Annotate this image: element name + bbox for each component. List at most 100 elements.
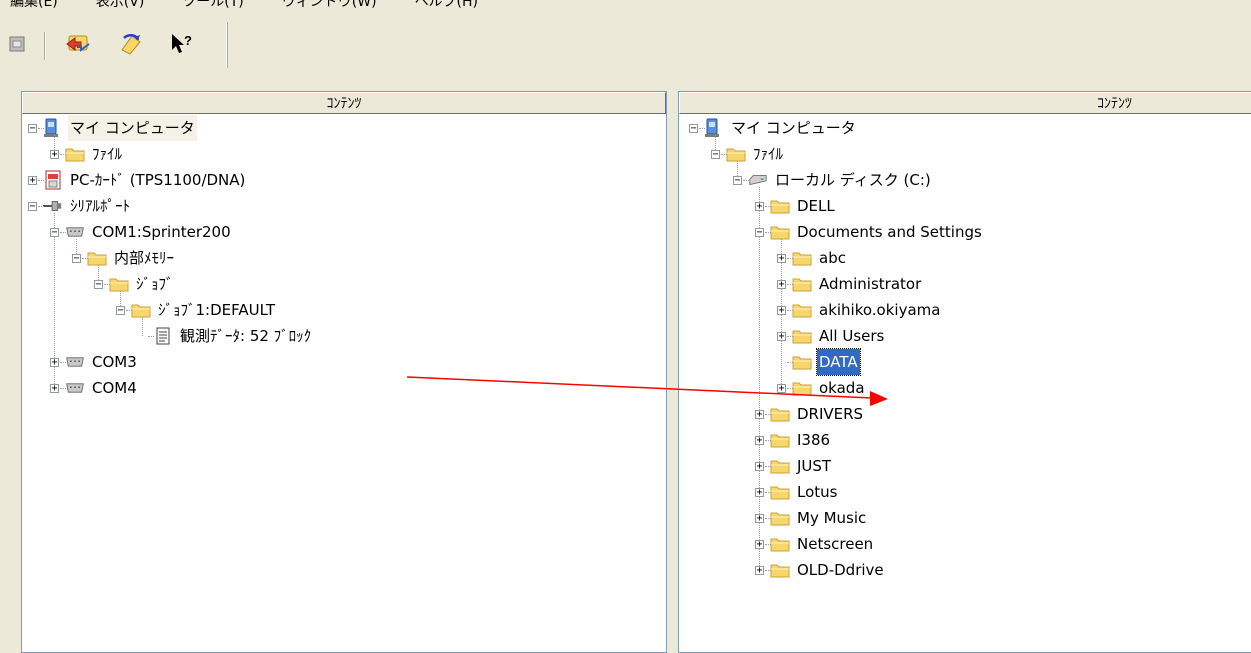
left-column-header[interactable]: ｺﾝﾃﾝﾂ <box>22 92 666 114</box>
tree-connector <box>787 362 793 363</box>
tree-node[interactable]: + JUST <box>755 453 833 479</box>
right-column-header[interactable]: ｺﾝﾃﾝﾂ <box>679 92 1251 114</box>
tree-node[interactable]: + akihiko.okiyama <box>777 297 942 323</box>
tree-node-label: Lotus <box>797 483 838 501</box>
tree-node-label: ｼﾘｱﾙﾎﾟｰﾄ <box>70 197 131 215</box>
tree-node[interactable]: − ｼﾞｮﾌﾞ1:DEFAULT <box>116 297 277 323</box>
tree-node[interactable]: 観測ﾃﾞｰﾀ: 52 ﾌﾞﾛｯｸ <box>138 323 313 349</box>
collapse-icon[interactable]: − <box>28 201 37 211</box>
expand-icon[interactable]: + <box>755 201 764 211</box>
tree-node[interactable]: + Administrator <box>777 271 923 297</box>
tree-node[interactable]: + okada <box>777 375 867 401</box>
pc-card-icon <box>43 170 63 190</box>
expand-icon[interactable]: + <box>777 279 786 289</box>
tree-connector <box>743 180 749 181</box>
tree-node[interactable]: + I386 <box>755 427 832 453</box>
tree-node-label: OLD-Ddrive <box>797 561 884 579</box>
context-help-icon[interactable]: ? <box>166 28 198 60</box>
expand-icon[interactable]: + <box>755 409 764 419</box>
tree-node[interactable]: + PC-ｶｰﾄﾞ (TPS1100/DNA) <box>28 167 247 193</box>
tree-node[interactable]: DATA <box>777 348 861 376</box>
tree-node[interactable]: + Lotus <box>755 479 839 505</box>
tree-node-label: マイ コンピュータ <box>731 119 856 137</box>
tree-node-label: COM4 <box>92 379 137 397</box>
expand-icon[interactable]: + <box>755 435 764 445</box>
transfer-icon[interactable] <box>62 28 94 60</box>
tree-node[interactable]: − COM1:Sprinter200 <box>50 219 233 245</box>
expand-icon[interactable]: + <box>50 149 59 159</box>
tree-node[interactable]: + COM3 <box>50 349 139 375</box>
tree-node-label: My Music <box>797 509 867 527</box>
tree-connector <box>721 154 727 155</box>
expand-icon[interactable]: + <box>777 305 786 315</box>
tree-node[interactable]: − ﾌｧｲﾙ <box>711 141 785 167</box>
tree-node[interactable]: − Documents and Settings <box>755 219 984 245</box>
collapse-icon[interactable]: − <box>711 149 720 159</box>
expand-icon[interactable]: + <box>755 513 764 523</box>
folder-icon <box>792 353 812 371</box>
collapse-icon[interactable]: − <box>28 123 37 133</box>
menu-item[interactable]: 表示(V) <box>96 0 145 10</box>
tree-connector <box>765 440 771 441</box>
menu-bar: 編集(E) 表示(V) ツール(T) ウィンドウ(W) ヘルプ(H) <box>0 0 1251 14</box>
tree-node[interactable]: − 内部ﾒﾓﾘｰ <box>72 245 176 271</box>
tree-node[interactable]: + ﾌｧｲﾙ <box>50 141 124 167</box>
tree-node[interactable]: + Netscreen <box>755 531 875 557</box>
menu-item[interactable]: ウィンドウ(W) <box>282 0 377 10</box>
tree-node[interactable]: + COM4 <box>50 375 139 401</box>
expand-icon[interactable]: + <box>777 331 786 341</box>
left-tree-pane[interactable]: ｺﾝﾃﾝﾂ − マイ コンピュータ + ﾌｧｲﾙ + PC-ｶｰﾄﾞ (TPS1100/D… <box>21 91 667 653</box>
tree-node[interactable]: + abc <box>777 245 848 271</box>
tree-node[interactable]: − ｼﾘｱﾙﾎﾟｰﾄ <box>28 193 132 219</box>
expand-icon[interactable]: + <box>28 175 37 185</box>
collapse-icon[interactable]: − <box>72 253 81 263</box>
collapse-icon[interactable]: − <box>94 279 103 289</box>
collapse-icon[interactable]: − <box>733 175 742 185</box>
tree-node-label: ﾌｧｲﾙ <box>753 145 784 163</box>
folder-icon <box>65 145 85 163</box>
expand-icon[interactable]: + <box>755 487 764 497</box>
expand-icon[interactable]: + <box>777 383 786 393</box>
tree-connector <box>787 258 793 259</box>
tree-node[interactable]: + DRIVERS <box>755 401 865 427</box>
disconnect-icon[interactable] <box>2 28 34 60</box>
tree-connector <box>787 336 793 337</box>
tree-node[interactable]: + DELL <box>755 193 837 219</box>
serial-port-icon <box>43 197 63 215</box>
tree-connector <box>38 128 44 129</box>
folder-icon <box>109 275 129 293</box>
right-tree-pane[interactable]: ｺﾝﾃﾝﾂ − マイ コンピュータ − ﾌｧｲﾙ − ローカル ディスク (C:) + DEL… <box>678 91 1251 653</box>
collapse-icon[interactable]: − <box>116 305 125 315</box>
menu-item[interactable]: 編集(E) <box>10 0 58 10</box>
folder-icon <box>770 431 790 449</box>
tree-connector <box>765 232 771 233</box>
tree-connector <box>60 388 66 389</box>
folder-icon <box>792 249 812 267</box>
tree-node[interactable]: + My Music <box>755 505 868 531</box>
expand-icon[interactable]: + <box>50 383 59 393</box>
tree-connector <box>765 206 771 207</box>
collapse-icon[interactable]: − <box>689 123 698 133</box>
expand-icon[interactable]: + <box>755 565 764 575</box>
tree-node[interactable]: − ｼﾞｮﾌﾞ <box>94 271 176 297</box>
menu-item[interactable]: ツール(T) <box>182 0 243 10</box>
convert-icon[interactable] <box>115 28 147 60</box>
expand-icon[interactable]: + <box>755 461 764 471</box>
expand-icon[interactable]: + <box>755 539 764 549</box>
expand-icon[interactable]: + <box>777 253 786 263</box>
tree-node-label: 内部ﾒﾓﾘｰ <box>114 249 175 267</box>
tree-connector <box>765 544 771 545</box>
collapse-icon[interactable]: − <box>755 227 764 237</box>
tree-node-label: COM3 <box>92 353 137 371</box>
tree-connector <box>38 180 44 181</box>
collapse-icon[interactable]: − <box>50 227 59 237</box>
document-icon <box>153 327 173 345</box>
tree-node[interactable]: + All Users <box>777 323 886 349</box>
tree-node[interactable]: + OLD-Ddrive <box>755 557 886 583</box>
expand-icon[interactable]: + <box>50 357 59 367</box>
tree-node-label: JUST <box>797 457 832 475</box>
tree-connector <box>787 388 793 389</box>
tree-connector <box>60 362 66 363</box>
menu-item[interactable]: ヘルプ(H) <box>415 0 478 10</box>
tree-node[interactable]: − ローカル ディスク (C:) <box>733 167 933 193</box>
